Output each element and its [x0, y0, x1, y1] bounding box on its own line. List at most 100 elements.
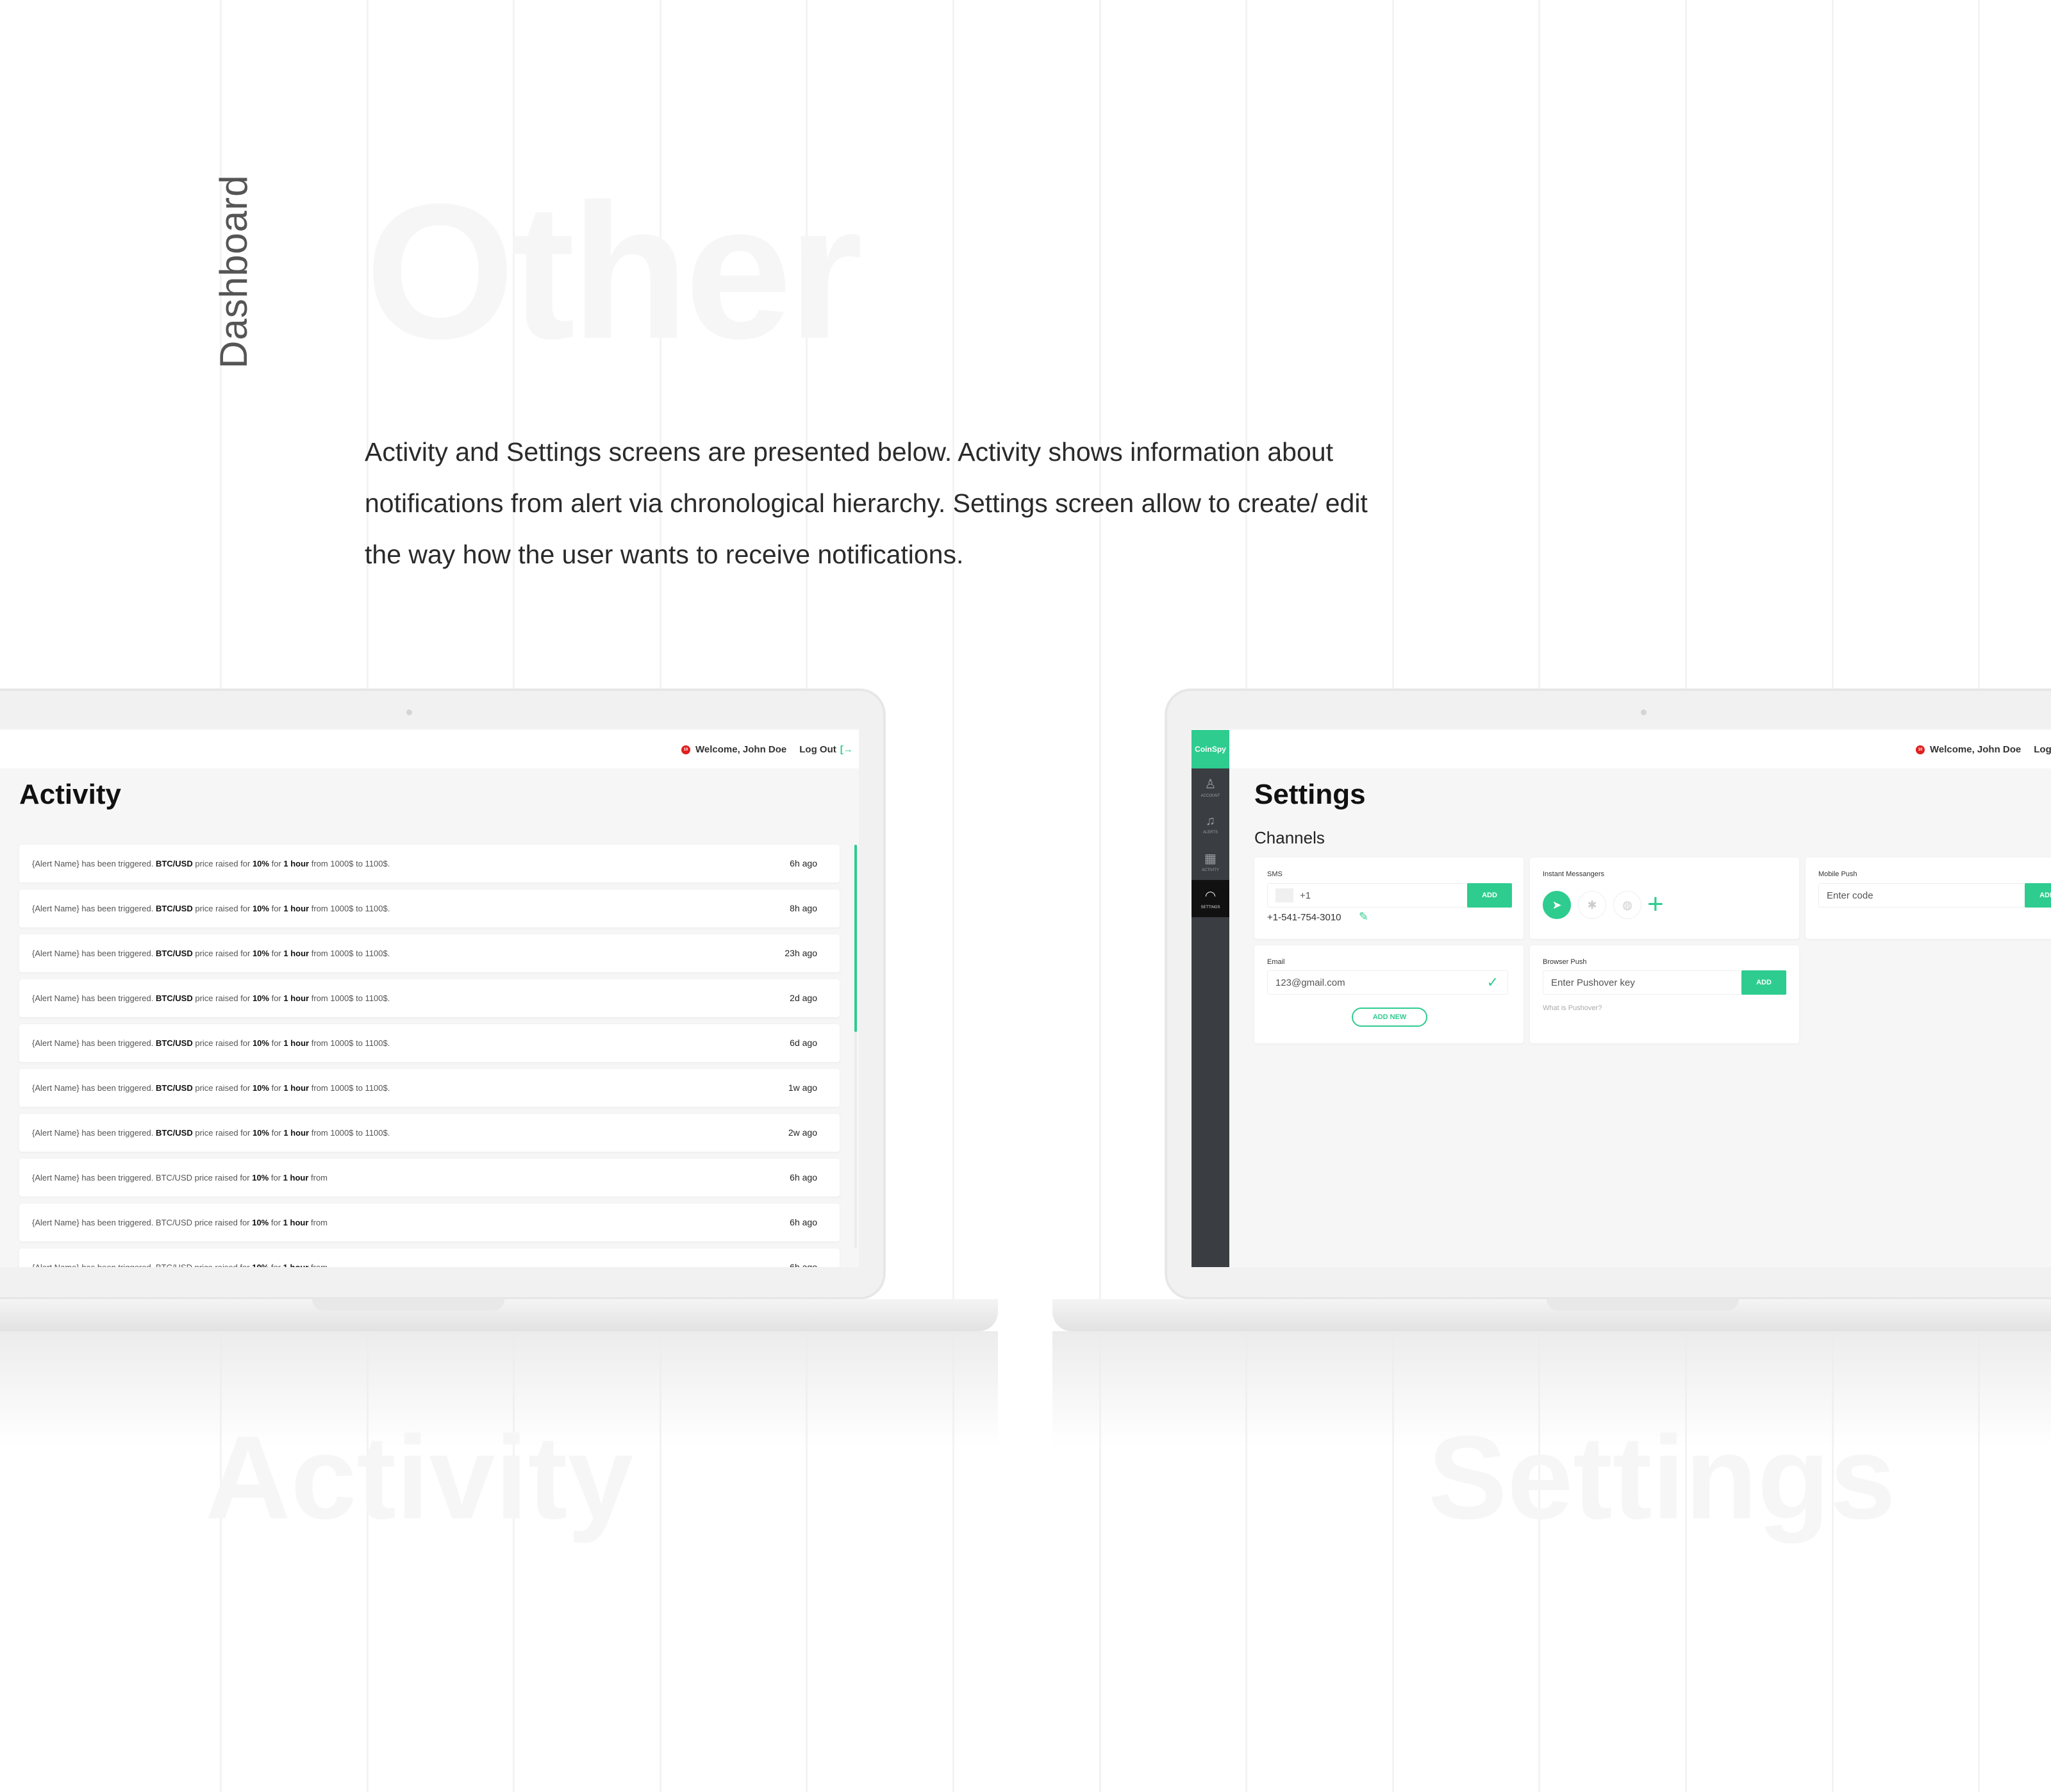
message-segment: 1 hour [283, 1038, 310, 1048]
page-title: Activity [19, 779, 121, 810]
pushover-key-input[interactable]: Enter Pushover key [1543, 970, 1754, 995]
activity-label: Activity [205, 1412, 634, 1544]
mobile-push-code-input[interactable]: Enter code [1818, 883, 2030, 908]
activity-time: 1w ago [788, 1083, 817, 1093]
logo[interactable]: CoinSpy [1192, 730, 1229, 768]
activity-row[interactable]: {Alert Name} has been triggered. BTC/USD… [19, 890, 840, 927]
message-segment: {Alert Name} has been triggered. [32, 859, 156, 868]
message-segment: 10% [252, 1128, 269, 1138]
activity-row[interactable]: {Alert Name} has been triggered. BTC/USD… [19, 1204, 840, 1241]
activity-time: 2w ago [788, 1127, 817, 1138]
card-label: Email [1267, 958, 1285, 966]
activity-row[interactable]: {Alert Name} has been triggered. BTC/USD… [19, 845, 840, 883]
intro-paragraph: Activity and Settings screens are presen… [365, 437, 1368, 569]
section-subtitle: Channels [1254, 828, 1325, 847]
message-segment: for [269, 904, 284, 913]
card-label: Browser Push [1543, 958, 1587, 966]
user-menu[interactable]: 10 Welcome, John Doe Log Out [→ [681, 744, 853, 755]
edit-pencil-icon[interactable]: ✎ [1359, 910, 1368, 924]
settings-label: Settings [1428, 1412, 1896, 1544]
activity-message: {Alert Name} has been triggered. BTC/USD… [32, 1263, 328, 1267]
message-segment: 10% [252, 949, 269, 958]
sidebar-item-activity[interactable]: ▦ ACTIVITY [1192, 843, 1229, 880]
logout-button[interactable]: Log Out [2034, 744, 2051, 755]
activity-message: {Alert Name} has been triggered. BTC/USD… [32, 904, 390, 913]
activity-row[interactable]: {Alert Name} has been triggered. BTC/USD… [19, 1069, 840, 1107]
top-bar: 10 Welcome, John Doe Log Out [→ [0, 730, 859, 768]
card-label: SMS [1267, 870, 1283, 878]
whatsapp-icon[interactable]: ◍ [1613, 891, 1641, 919]
message-segment: 1 hour [283, 1128, 310, 1138]
logout-icon: [→ [840, 744, 853, 755]
message-segment: 1 hour [283, 1263, 309, 1267]
message-segment: for [269, 993, 284, 1003]
welcome-text: Welcome, John Doe [695, 744, 787, 755]
message-segment: from 1000$ to 1100$. [309, 1083, 390, 1093]
notification-badge[interactable]: 10 [681, 745, 690, 754]
activity-time: 2d ago [790, 993, 817, 1003]
message-segment: 1 hour [283, 1218, 309, 1227]
activity-row[interactable]: {Alert Name} has been triggered. BTC/USD… [19, 1159, 840, 1197]
message-segment: BTC/USD [155, 993, 193, 1003]
activity-row[interactable]: {Alert Name} has been triggered. BTC/USD… [19, 934, 840, 972]
scrollbar-thumb[interactable] [854, 845, 857, 1032]
slack-icon[interactable]: ✱ [1578, 891, 1606, 919]
message-segment: 1 hour [283, 1083, 310, 1093]
logout-label: Log Out [2034, 744, 2051, 755]
message-segment: from 1000$ to 1100$. [309, 949, 390, 958]
message-segment: from 1000$ to 1100$. [309, 1038, 390, 1048]
logout-button[interactable]: Log Out [→ [799, 744, 852, 755]
country-flag[interactable] [1275, 888, 1293, 902]
sms-phone-input[interactable]: +1 [1267, 883, 1472, 908]
telegram-icon[interactable]: ➤ [1543, 891, 1571, 919]
activity-row[interactable]: {Alert Name} has been triggered. BTC/USD… [19, 1249, 840, 1267]
message-segment: {Alert Name} has been triggered. BTC/USD… [32, 1173, 253, 1182]
user-menu[interactable]: 10 Welcome, John Doe Log Out [1916, 744, 2051, 755]
add-new-email-button[interactable]: ADD NEW [1352, 1008, 1427, 1027]
section-heading: Other [365, 163, 863, 379]
message-segment: price raised for [192, 1083, 253, 1093]
mobile-push-add-button[interactable]: ADD [2025, 883, 2051, 908]
activity-time: 6h ago [790, 858, 817, 868]
activity-message: {Alert Name} has been triggered. BTC/USD… [32, 1128, 390, 1138]
message-segment: 10% [252, 1218, 269, 1227]
message-segment: 10% [252, 993, 269, 1003]
activity-row[interactable]: {Alert Name} has been triggered. BTC/USD… [19, 979, 840, 1017]
card-label: Mobile Push [1818, 870, 1857, 878]
email-value: 123@gmail.com [1275, 977, 1345, 988]
welcome-text: Welcome, John Doe [1930, 744, 2022, 755]
notification-badge[interactable]: 10 [1916, 745, 1925, 754]
activity-message: {Alert Name} has been triggered. BTC/USD… [32, 949, 390, 958]
activity-row[interactable]: {Alert Name} has been triggered. BTC/USD… [19, 1024, 840, 1062]
sms-add-button[interactable]: ADD [1467, 883, 1512, 908]
message-segment: for [269, 1218, 283, 1227]
add-messenger-icon[interactable]: + [1647, 888, 1664, 920]
sidebar-item-account[interactable]: ♙ ACCOUNT [1192, 768, 1229, 806]
camera [1641, 709, 1647, 715]
laptop-notch [312, 1299, 504, 1311]
message-segment: {Alert Name} has been triggered. [32, 949, 156, 958]
email-input[interactable]: 123@gmail.com ✓ [1267, 970, 1508, 995]
message-segment: from 1000$ to 1100$. [309, 1128, 390, 1138]
message-segment: 1 hour [283, 1173, 309, 1182]
rss-icon: ◠ [1204, 889, 1216, 903]
browser-push-add-button[interactable]: ADD [1741, 970, 1786, 995]
what-is-pushover-link[interactable]: What is Pushover? [1543, 1004, 1602, 1012]
activity-row[interactable]: {Alert Name} has been triggered. BTC/USD… [19, 1114, 840, 1152]
message-segment: BTC/USD [155, 1083, 193, 1093]
message-segment: BTC/USD [155, 949, 193, 958]
message-segment: for [269, 1038, 284, 1048]
grid-icon: ▦ [1204, 852, 1216, 866]
sidebar-item-settings[interactable]: ◠ SETTINGS [1192, 880, 1229, 917]
message-segment: BTC/USD [155, 859, 193, 868]
message-segment: price raised for [192, 904, 253, 913]
activity-time: 23h ago [785, 948, 817, 958]
activity-time: 6d ago [790, 1038, 817, 1048]
sidebar-item-alerts[interactable]: ♫ ALERTS [1192, 806, 1229, 843]
email-card: Email 123@gmail.com ✓ ADD NEW [1254, 945, 1524, 1043]
country-code: +1 [1300, 890, 1311, 901]
message-segment: BTC/USD [155, 1128, 193, 1138]
message-segment: for [269, 1128, 284, 1138]
messengers-card: Instant Messangers ➤ ✱ ◍ + [1530, 858, 1799, 939]
settings-screen: 10 Welcome, John Doe Log Out CoinSpy ♙ AC… [1192, 729, 2051, 1267]
